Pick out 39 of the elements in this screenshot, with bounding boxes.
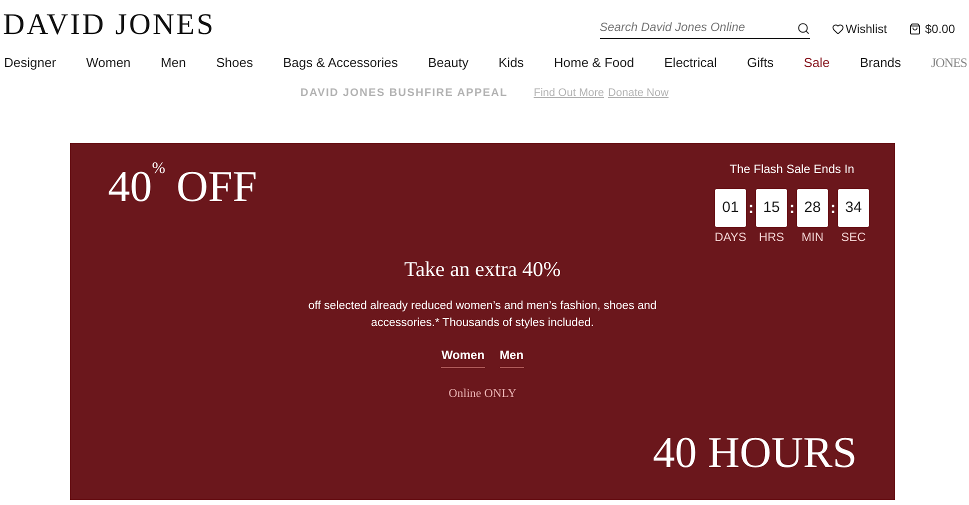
colon-separator: : — [747, 199, 755, 219]
hours-headline: 40 HOURS — [652, 431, 857, 475]
nav-link[interactable]: Brands — [860, 53, 902, 72]
countdown-value: 34 — [838, 189, 869, 227]
category-link[interactable]: Men — [500, 346, 524, 368]
colon-separator: : — [829, 199, 837, 219]
nav-link[interactable]: Bags & Accessories — [283, 53, 398, 72]
category-link[interactable]: Women — [441, 346, 485, 368]
brand-logo[interactable]: DAVID JONES — [3, 10, 216, 40]
appeal-title: DAVID JONES BUSHFIRE APPEAL — [300, 86, 508, 100]
countdown-value: 01 — [715, 189, 746, 227]
search-field[interactable]: Search David Jones Online — [600, 18, 797, 38]
nav-link[interactable]: Kids — [498, 53, 524, 72]
countdown-unit: MIN — [802, 229, 824, 246]
bag-icon — [908, 22, 921, 34]
nav-link[interactable]: Shoes — [216, 53, 253, 72]
countdown-unit: DAYS — [714, 229, 746, 246]
nav-link[interactable]: Sale — [804, 53, 830, 72]
countdown-unit: HRS — [758, 229, 784, 246]
brand-logo[interactable]: JONES — [931, 53, 967, 72]
countdown-title: The Flash Sale Ends In — [730, 161, 854, 178]
nav-link[interactable]: Women — [86, 53, 131, 72]
countdown-unit: SEC — [841, 229, 866, 246]
heart-icon — [832, 22, 844, 34]
offer-description: off selected already reduced women’s and men’s fashion, shoes and accessories.* Thousands of styles included. — [307, 298, 658, 330]
search-icon[interactable] — [796, 22, 810, 34]
countdown-value: 28 — [797, 189, 828, 227]
cart-link[interactable]: $0.00 — [908, 20, 955, 38]
colon-separator: : — [788, 199, 796, 219]
offer-subtitle: Take an extra 40% — [404, 256, 561, 283]
online-note: Online ONLY — [448, 384, 516, 402]
nav-link[interactable]: Home & Food — [554, 53, 634, 72]
nav-link[interactable]: Designer — [4, 53, 56, 72]
nav-link[interactable]: Beauty — [428, 53, 468, 72]
countdown-value: 15 — [756, 189, 787, 227]
nav-link[interactable]: Electrical — [664, 53, 717, 72]
wishlist-link[interactable]: Wishlist — [832, 20, 887, 38]
nav-link[interactable]: Men — [160, 53, 186, 72]
nav-link[interactable]: Gifts — [746, 53, 774, 72]
